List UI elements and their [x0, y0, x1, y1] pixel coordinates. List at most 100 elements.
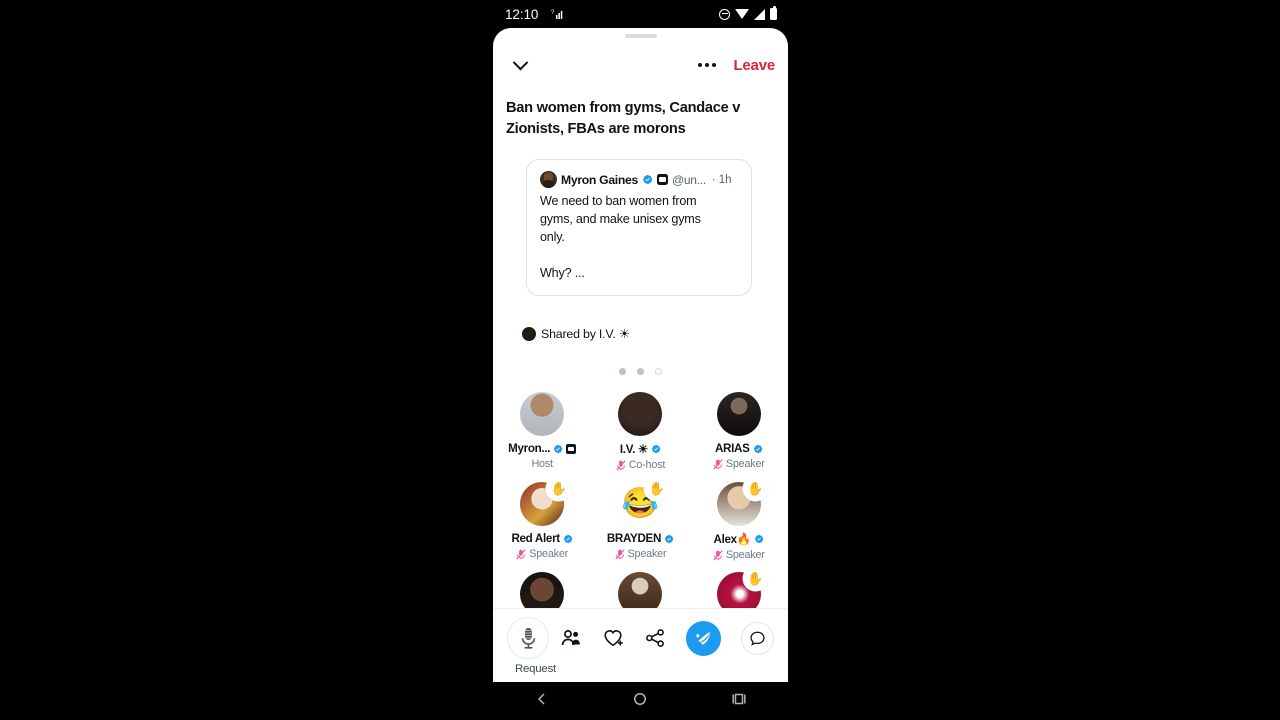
verified-badge-icon	[554, 444, 563, 453]
speaker-name-row: Red Alert	[511, 532, 573, 545]
compose-tweet-icon	[695, 631, 711, 645]
speaker-name-row: Alex🔥	[714, 532, 764, 546]
microphone-icon	[521, 627, 535, 649]
quoted-tweet-handle: @un...	[672, 172, 706, 187]
status-bar: 12:10 ?	[493, 0, 788, 28]
battery-icon	[770, 6, 777, 20]
speaker-role: Speaker	[725, 458, 765, 470]
speaker-cell[interactable]: Myron... Host	[493, 390, 591, 480]
avatar	[520, 392, 565, 436]
speaker-cell[interactable]: ARIAS Speaker	[690, 390, 788, 480]
speaker-grid: Myron... Host I.V. ☀ Co-host ARIAS Speaker…	[493, 390, 788, 636]
speaker-row: ✋ Red Alert Speaker 😂 ✋ BRAYDEN Speaker ✋ Alex…	[493, 477, 788, 570]
chevron-down-icon[interactable]	[508, 53, 532, 77]
verified-badge-icon	[753, 444, 762, 453]
speaker-role: Co-host	[628, 459, 666, 471]
speaker-role: Host	[531, 458, 553, 470]
speaker-role-row: Host	[531, 458, 553, 470]
android-nav-bar	[493, 682, 788, 720]
speaker-name-row: Myron...	[508, 442, 577, 455]
speaker-role-row: Speaker	[614, 548, 667, 560]
speaker-role-row: Speaker	[713, 549, 765, 561]
pagination-dots[interactable]	[493, 368, 788, 375]
avatar-wrapper: ✋	[716, 477, 767, 526]
quoted-tweet-timestamp: · 1h	[711, 173, 732, 186]
request-label: Request	[515, 663, 557, 675]
avatar	[618, 392, 663, 436]
speaker-name: Myron...	[508, 442, 551, 455]
recents-icon[interactable]	[732, 692, 746, 711]
verified-badge-icon	[665, 534, 674, 543]
share-icon[interactable]	[645, 628, 666, 648]
speaker-row: Myron... Host I.V. ☀ Co-host ARIAS Speaker	[493, 390, 788, 480]
screen: 12:10 ? Leave Ban women from gyms, Canda…	[0, 0, 1280, 720]
speaker-name: I.V. ☀	[619, 443, 649, 456]
verified-badge-icon	[563, 534, 573, 543]
more-horizontal-icon[interactable]	[697, 59, 717, 71]
page-dot[interactable]	[637, 368, 644, 375]
page-dot[interactable]	[619, 368, 626, 375]
raised-hand-icon: ✋	[743, 477, 767, 500]
avatar	[540, 171, 557, 188]
room-title: Ban women from gyms, Candace v Zionists,…	[506, 100, 741, 137]
avatar-wrapper	[520, 392, 565, 436]
speaker-role: Speaker	[725, 549, 765, 561]
signal-small-icon: ?	[551, 8, 564, 20]
shared-by-label: Shared by I.V. ☀	[541, 327, 630, 341]
spaces-sheet: Leave Ban women from gyms, Candace v Zio…	[493, 28, 788, 682]
svg-text:?: ?	[551, 10, 555, 16]
status-bar-icons	[719, 6, 777, 20]
speaker-name: ARIAS	[714, 442, 750, 455]
avatar	[522, 326, 536, 341]
back-icon[interactable]	[535, 692, 549, 711]
speaker-cell[interactable]: 😂 ✋ BRAYDEN Speaker	[591, 477, 689, 570]
avatar-wrapper	[618, 392, 663, 436]
leave-button[interactable]: Leave	[733, 57, 775, 74]
chat-button[interactable]	[741, 621, 774, 655]
muted-microphone-icon	[516, 548, 526, 559]
speaker-name-row: I.V. ☀	[620, 442, 661, 456]
phone-frame: 12:10 ? Leave Ban women from gyms, Canda…	[493, 0, 788, 720]
speaker-name: BRAYDEN	[606, 532, 662, 545]
page-dot[interactable]	[655, 368, 662, 375]
verified-badge-icon	[652, 444, 661, 454]
affiliate-badge-icon	[566, 443, 577, 454]
speaker-role-row: Co-host	[616, 459, 665, 471]
speaker-cell[interactable]: ✋ Red Alert Speaker	[493, 477, 591, 570]
muted-microphone-icon	[713, 549, 723, 560]
home-icon[interactable]	[633, 692, 647, 711]
quoted-tweet-header: Myron Gaines @un... · 1h	[540, 171, 738, 188]
action-bar-icons	[561, 620, 774, 656]
request-mic-button[interactable]	[507, 617, 549, 659]
speaker-cell[interactable]: I.V. ☀ Co-host	[591, 390, 689, 480]
people-icon[interactable]	[561, 628, 583, 648]
status-bar-time: 12:10	[505, 6, 539, 22]
shared-by-row: Shared by I.V. ☀	[522, 326, 630, 341]
compose-tweet-button[interactable]	[686, 620, 721, 656]
sheet-header: Leave	[493, 46, 788, 84]
quoted-tweet-card[interactable]: Myron Gaines @un... · 1h We need to ban …	[526, 159, 752, 296]
sheet-grabber[interactable]	[624, 34, 657, 38]
speaker-name: Red Alert	[511, 532, 560, 545]
speaker-role-row: Speaker	[516, 548, 568, 560]
verified-badge-icon	[754, 534, 764, 544]
quoted-tweet-author: Myron Gaines	[561, 172, 638, 187]
speaker-role: Speaker	[627, 548, 667, 560]
cellular-icon	[754, 8, 765, 20]
speaker-name-row: ARIAS	[715, 442, 763, 455]
speaker-role-row: Speaker	[713, 458, 765, 470]
affiliate-badge-icon	[657, 174, 668, 185]
speaker-cell[interactable]: ✋ Alex🔥 Speaker	[690, 477, 788, 570]
heart-plus-icon[interactable]	[603, 628, 625, 648]
avatar-wrapper: 😂 ✋	[618, 477, 669, 526]
avatar-wrapper: ✋	[520, 477, 571, 526]
raised-hand-icon: ✋	[547, 477, 571, 500]
raised-hand-icon: ✋	[645, 477, 669, 500]
speaker-role: Speaker	[529, 548, 569, 560]
speaker-name-row: BRAYDEN	[607, 532, 674, 545]
raised-hand-icon: ✋	[743, 567, 767, 590]
muted-microphone-icon	[614, 548, 625, 559]
wifi-icon	[735, 9, 749, 19]
header-actions: Leave	[697, 57, 775, 74]
avatar-wrapper	[716, 392, 761, 436]
